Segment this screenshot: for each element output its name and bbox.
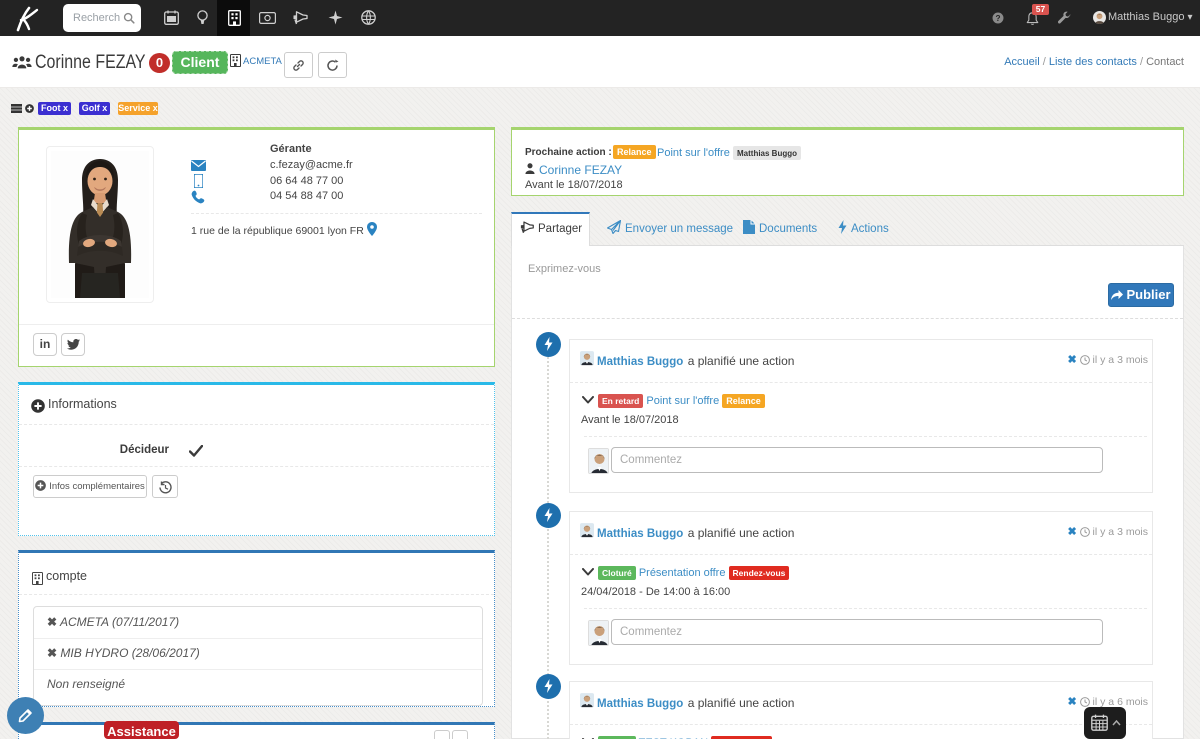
svg-text:?: ? bbox=[995, 14, 1000, 23]
